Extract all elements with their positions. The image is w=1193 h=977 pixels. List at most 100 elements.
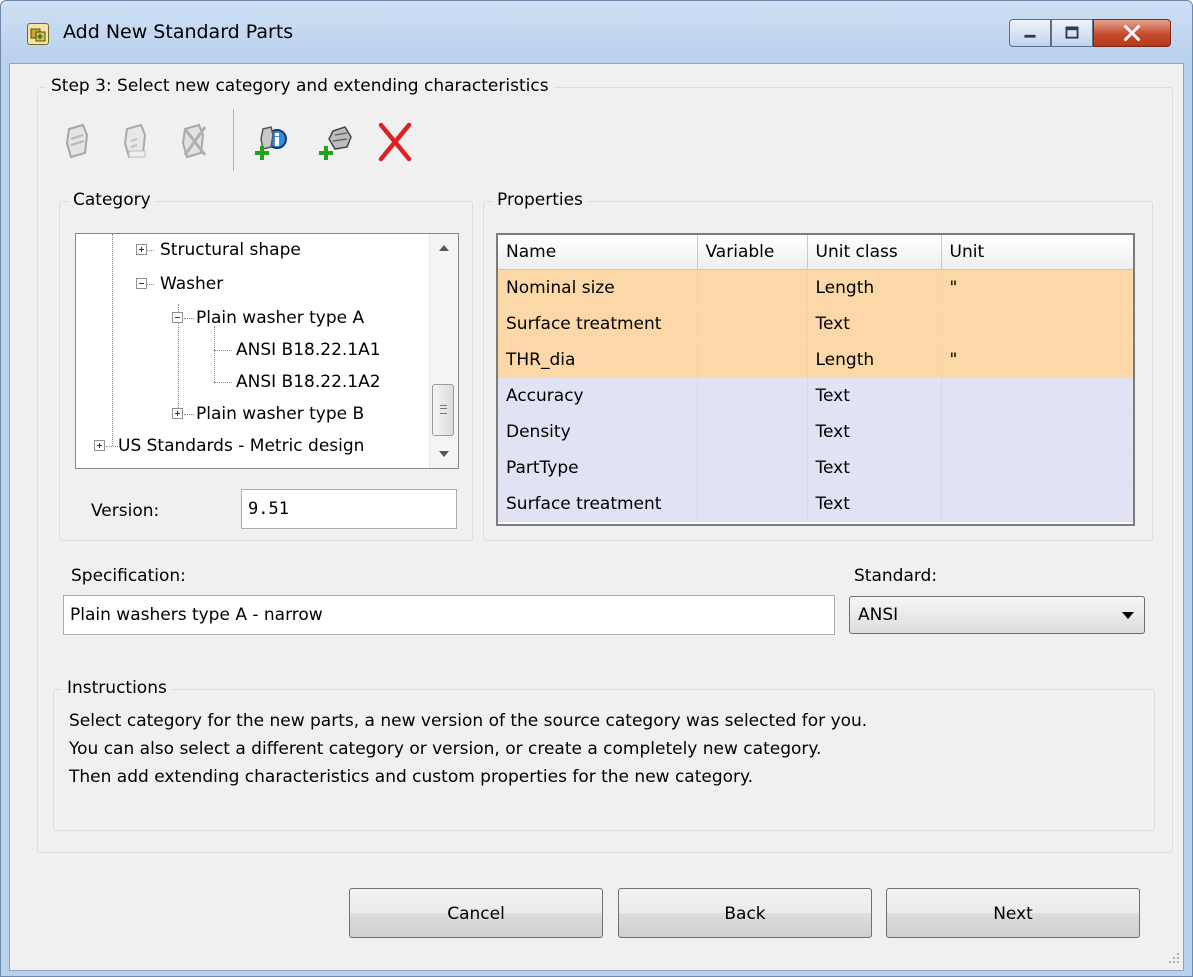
resize-grip-icon[interactable] <box>1166 950 1180 964</box>
instruction-line: Select category for the new parts, a new… <box>69 711 868 731</box>
column-header-name[interactable]: Name <box>498 235 698 270</box>
tree-item-label: Plain washer type B <box>196 404 365 424</box>
add-property-button[interactable] <box>249 113 293 171</box>
cell-name[interactable]: Nominal size <box>498 269 698 306</box>
cell-name[interactable]: Accuracy <box>498 377 698 414</box>
standard-dropdown[interactable]: ANSI <box>849 596 1145 634</box>
standard-label: Standard: <box>854 566 938 586</box>
next-button[interactable]: Next <box>886 888 1140 938</box>
cell-variable[interactable] <box>697 449 808 486</box>
cell-unit[interactable] <box>941 305 1133 342</box>
cell-unit-class[interactable]: Text <box>807 449 942 486</box>
window-title: Add New Standard Parts <box>63 21 294 43</box>
expand-icon[interactable] <box>172 408 183 419</box>
dialog-window: Add New Standard Parts Step 3: Select ne… <box>0 0 1193 977</box>
category-tree[interactable]: Structural shape Washer Plain washer typ… <box>75 233 459 469</box>
collapse-icon[interactable] <box>136 278 147 289</box>
cell-name[interactable]: PartType <box>498 449 698 486</box>
instructions-legend: Instructions <box>62 678 172 698</box>
specification-label: Specification: <box>71 566 186 586</box>
cell-variable[interactable] <box>697 485 808 522</box>
cell-variable[interactable] <box>697 413 808 450</box>
cell-unit-class[interactable]: Length <box>807 341 942 378</box>
tree-line <box>106 446 118 447</box>
cell-name[interactable]: THR_dia <box>498 341 698 378</box>
cell-name[interactable]: Surface treatment <box>498 485 698 522</box>
tree-line <box>214 382 232 383</box>
cancel-button[interactable]: Cancel <box>349 888 603 938</box>
scroll-thumb[interactable] <box>432 384 454 436</box>
tree-scrollbar[interactable] <box>429 234 458 468</box>
cell-unit[interactable]: " <box>941 269 1133 306</box>
chevron-up-icon <box>439 245 449 251</box>
tree-line <box>184 414 194 415</box>
minimize-icon <box>1024 34 1036 38</box>
cell-unit-class[interactable]: Text <box>807 377 942 414</box>
close-button[interactable] <box>1093 19 1171 47</box>
maximize-icon <box>1065 26 1079 39</box>
cell-name[interactable]: Density <box>498 413 698 450</box>
properties-grid[interactable]: Name Variable Unit class Unit Nominal si… <box>496 233 1135 526</box>
cell-variable[interactable] <box>697 341 808 378</box>
cell-variable[interactable] <box>697 269 808 306</box>
table-row[interactable]: PartType Text <box>498 449 1133 486</box>
cell-unit-class[interactable]: Text <box>807 413 942 450</box>
minimize-button[interactable] <box>1009 19 1051 47</box>
title-bar[interactable]: Add New Standard Parts <box>1 1 1192 63</box>
delete-category-button[interactable] <box>173 113 217 171</box>
scroll-up-button[interactable] <box>430 234 458 262</box>
step-title: Step 3: Select new category and extendin… <box>46 76 554 96</box>
instruction-line: Then add extending characteristics and c… <box>69 767 754 787</box>
table-row[interactable]: THR_dia Length " <box>498 341 1133 378</box>
cell-unit-class[interactable]: Text <box>807 485 942 522</box>
tree-item-label: ANSI B18.22.1A2 <box>236 372 381 392</box>
add-category-button[interactable] <box>57 113 101 171</box>
table-row[interactable]: Surface treatment Text <box>498 305 1133 342</box>
cell-unit[interactable] <box>941 413 1133 450</box>
scroll-down-button[interactable] <box>430 440 458 468</box>
table-row[interactable]: Density Text <box>498 413 1133 450</box>
cell-unit[interactable]: " <box>941 341 1133 378</box>
expand-icon[interactable] <box>136 244 147 255</box>
tree-line <box>184 318 194 319</box>
standard-selected-value: ANSI <box>858 605 899 625</box>
version-label: Version: <box>91 501 160 521</box>
tree-item-label: Structural shape <box>160 240 301 260</box>
maximize-button[interactable] <box>1051 19 1093 47</box>
cell-unit[interactable] <box>941 449 1133 486</box>
add-characteristic-icon <box>319 126 352 160</box>
tree-item-label: ANSI B18.22.1A1 <box>236 340 381 360</box>
grid-header-row: Name Variable Unit class Unit <box>498 235 1133 270</box>
category-legend: Category <box>68 190 156 210</box>
table-row[interactable]: Nominal size Length " <box>498 269 1133 306</box>
cell-name[interactable]: Surface treatment <box>498 305 698 342</box>
cell-unit-class[interactable]: Text <box>807 305 942 342</box>
cell-variable[interactable] <box>697 305 808 342</box>
column-header-unit-class[interactable]: Unit class <box>807 235 942 270</box>
cell-unit[interactable] <box>941 377 1133 414</box>
table-row[interactable]: Surface treatment Text <box>498 485 1133 522</box>
tree-line <box>112 234 113 446</box>
delete-button[interactable] <box>373 113 417 171</box>
cell-unit-class[interactable]: Length <box>807 269 942 306</box>
toolbar-separator <box>233 109 234 171</box>
properties-legend: Properties <box>492 190 588 210</box>
cell-unit[interactable] <box>941 485 1133 522</box>
tree-item-label: US Standards - Metric design <box>118 436 365 456</box>
specification-input[interactable] <box>63 595 835 635</box>
delete-icon <box>378 122 412 162</box>
edit-category-button[interactable] <box>115 113 159 171</box>
edit-category-icon <box>123 123 147 159</box>
table-row[interactable]: Accuracy Text <box>498 377 1133 414</box>
version-input[interactable] <box>241 489 457 529</box>
add-characteristic-button[interactable] <box>313 113 357 171</box>
column-header-variable[interactable]: Variable <box>697 235 808 270</box>
collapse-icon[interactable] <box>172 312 183 323</box>
instruction-line: You can also select a different category… <box>69 739 822 759</box>
cell-variable[interactable] <box>697 377 808 414</box>
tree-item-label: Washer <box>160 274 224 294</box>
tree-item-label: Plain washer type A <box>196 308 365 328</box>
expand-icon[interactable] <box>94 440 105 451</box>
back-button[interactable]: Back <box>618 888 872 938</box>
column-header-unit[interactable]: Unit <box>941 235 1133 270</box>
